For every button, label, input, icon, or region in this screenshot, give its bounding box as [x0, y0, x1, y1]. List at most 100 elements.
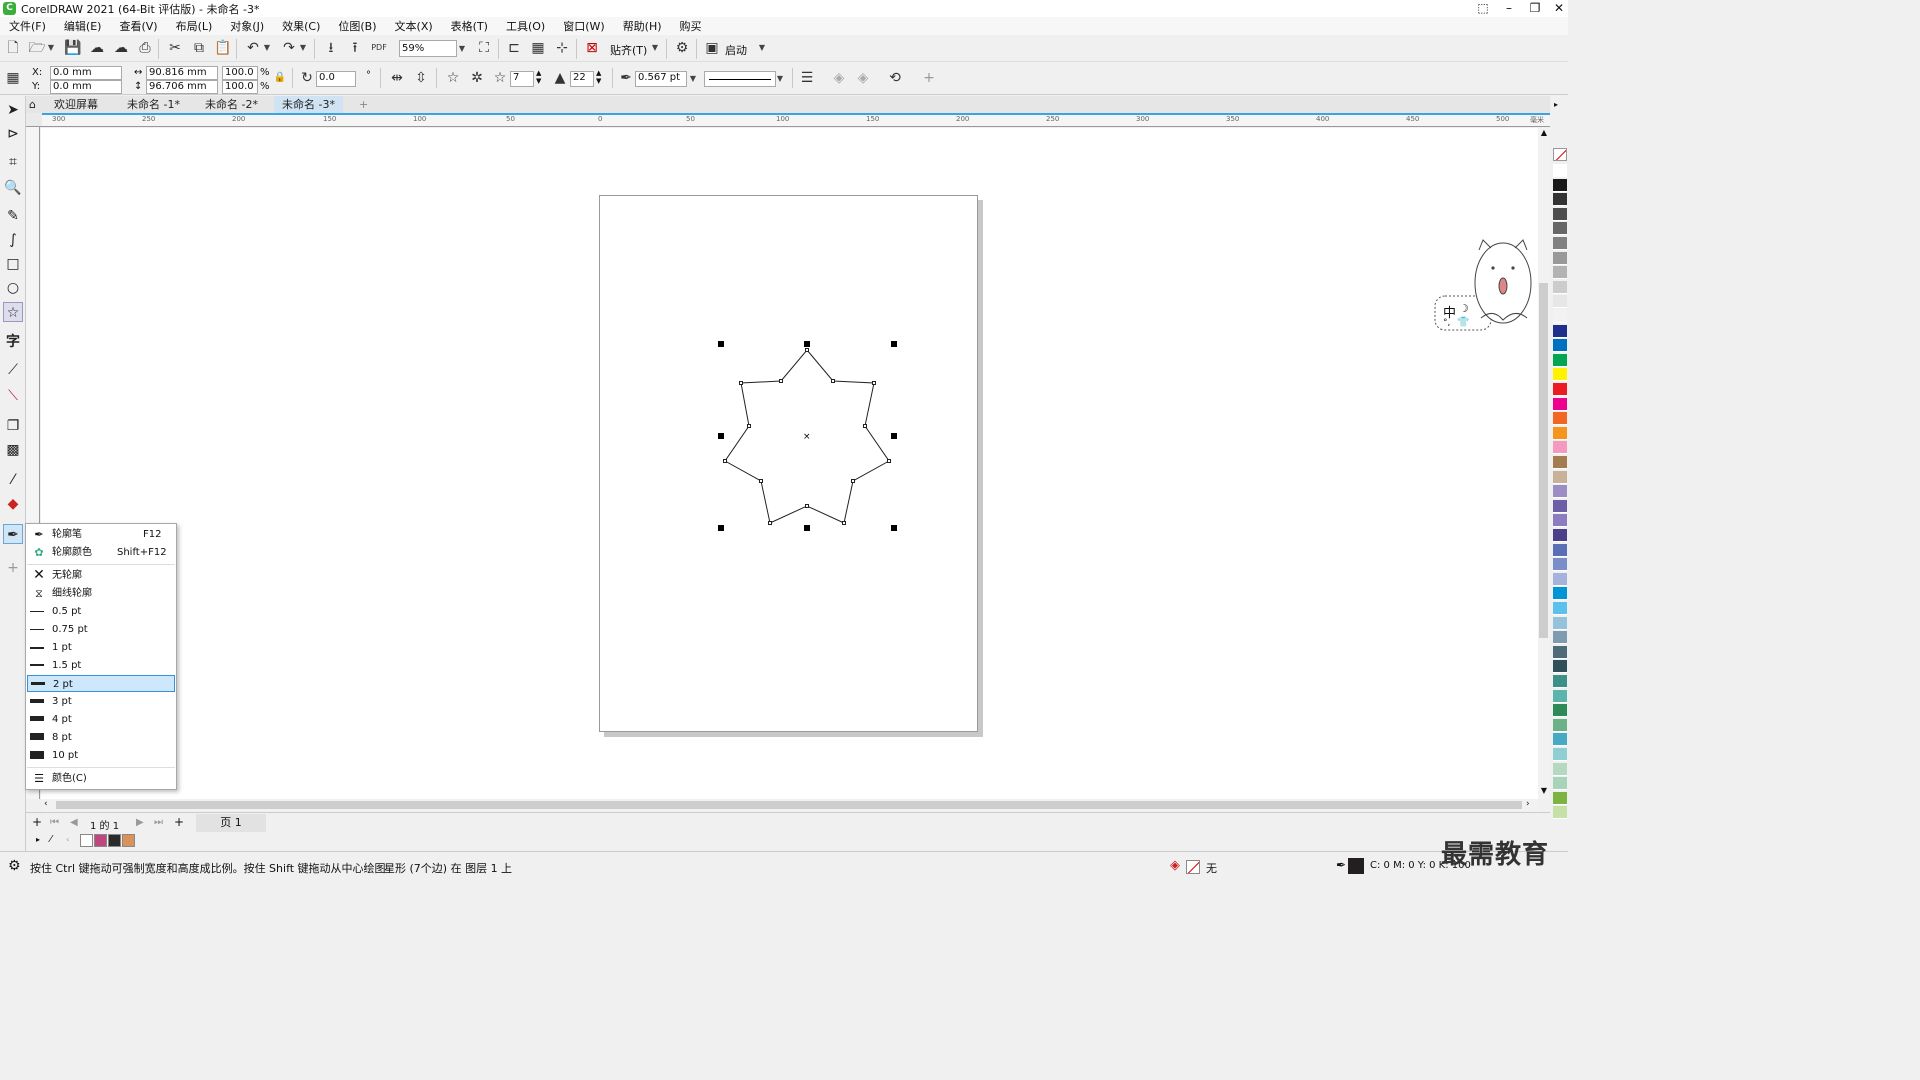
doc-palette-swatch[interactable]: [80, 834, 93, 847]
palette-swatch[interactable]: [1553, 762, 1567, 776]
palette-swatch[interactable]: [1553, 397, 1567, 411]
first-page-icon[interactable]: ⏮: [50, 817, 59, 828]
menu-file[interactable]: 文件(F): [0, 18, 55, 34]
x-position-input[interactable]: 0.0 mm: [50, 66, 122, 80]
width-0-75pt-menu-item[interactable]: 0.75 pt: [27, 621, 175, 638]
application-launcher-icon[interactable]: ▣: [703, 39, 721, 57]
drawing-canvas[interactable]: × 中 ☽ °, 👕: [41, 128, 1538, 799]
scale-height-input[interactable]: 100.0: [222, 80, 258, 94]
palette-swatch[interactable]: [1553, 339, 1567, 353]
dimension-tool-icon[interactable]: ⟋: [3, 360, 23, 380]
menu-effects[interactable]: 效果(C): [273, 18, 329, 34]
scroll-right-icon[interactable]: ›: [1526, 799, 1530, 809]
star-tool-icon[interactable]: ☆: [3, 302, 23, 322]
palette-swatch[interactable]: [1553, 324, 1567, 338]
menu-edit[interactable]: 编辑(E): [55, 18, 111, 34]
palette-swatch[interactable]: [1553, 441, 1567, 455]
width-2pt-menu-item-selected[interactable]: 2 pt: [27, 675, 175, 692]
palette-swatch[interactable]: [1553, 675, 1567, 688]
palette-swatch[interactable]: [1553, 616, 1567, 630]
width-1-5pt-menu-item[interactable]: 1.5 pt: [27, 657, 175, 674]
minimize-button[interactable]: –: [1496, 0, 1522, 17]
menu-view[interactable]: 查看(V): [110, 18, 166, 34]
width-10pt-menu-item[interactable]: 10 pt: [27, 747, 175, 764]
menu-object[interactable]: 对象(J): [221, 18, 273, 34]
sharpness-input[interactable]: 22: [570, 71, 594, 87]
rectangle-tool-icon[interactable]: □: [3, 254, 23, 274]
reference-point-icon[interactable]: ▦: [4, 69, 22, 87]
undo-icon[interactable]: ↶: [244, 39, 262, 57]
pick-tool-icon[interactable]: ➤: [3, 100, 23, 120]
palette-swatch[interactable]: [1553, 689, 1567, 703]
snap-off-icon[interactable]: ⊠: [583, 39, 601, 57]
text-tool-icon[interactable]: 字: [3, 332, 23, 352]
scroll-up-icon[interactable]: ▲: [1539, 128, 1549, 137]
star-points-input[interactable]: 7: [510, 71, 534, 87]
palette-swatch[interactable]: [1553, 353, 1567, 367]
complex-star-icon[interactable]: ✲: [468, 69, 486, 87]
crop-tool-icon[interactable]: ⌗: [3, 152, 23, 172]
sharpness-spinner[interactable]: ▲ ▼: [596, 69, 601, 85]
palette-swatch[interactable]: [1553, 310, 1567, 323]
ime-punct-icon[interactable]: °,: [1443, 318, 1450, 328]
palette-swatch[interactable]: [1553, 733, 1567, 747]
menu-layout[interactable]: 布局(L): [167, 18, 222, 34]
palette-swatch[interactable]: [1553, 631, 1567, 645]
menu-bitmaps[interactable]: 位图(B): [329, 18, 385, 34]
palette-swatch[interactable]: [1553, 587, 1567, 601]
star-icon[interactable]: ☆: [444, 69, 462, 87]
redo-dropdown[interactable]: ▼: [298, 43, 308, 52]
drop-shadow-tool-icon[interactable]: ❐: [3, 416, 23, 436]
palette-swatch[interactable]: [1553, 251, 1567, 265]
ellipse-tool-icon[interactable]: ○: [3, 278, 23, 298]
palette-swatch[interactable]: [1553, 266, 1567, 280]
doc-palette-swatch[interactable]: [94, 834, 107, 847]
snap-to-dropdown[interactable]: ▼: [650, 43, 660, 52]
interactive-fill-tool-icon[interactable]: ◆: [3, 494, 23, 514]
convert-to-curves-icon[interactable]: ⟲: [886, 69, 904, 87]
open-recent-dropdown[interactable]: ▼: [46, 43, 56, 52]
menu-text[interactable]: 文本(X): [386, 18, 442, 34]
show-guidelines-icon[interactable]: ⊹: [553, 39, 571, 57]
status-settings-gear-icon[interactable]: ⚙: [8, 858, 21, 874]
menu-help[interactable]: 帮助(H): [614, 18, 671, 34]
color-menu-item[interactable]: ☰ 颜色(C): [27, 770, 175, 787]
palette-swatch[interactable]: [1553, 558, 1567, 572]
palette-swatch[interactable]: [1553, 806, 1567, 820]
close-button[interactable]: ✕: [1546, 0, 1572, 17]
palette-swatch[interactable]: [1553, 193, 1567, 207]
tab-untitled-1[interactable]: 未命名 -1*: [119, 96, 188, 113]
no-outline-menu-item[interactable]: ✕ 无轮廓: [27, 567, 175, 584]
last-page-icon[interactable]: ⏭: [154, 817, 163, 828]
height-input[interactable]: 96.706 mm: [146, 80, 218, 94]
outline-pen-tool-icon[interactable]: ✒: [3, 524, 23, 544]
text-wrap-icon[interactable]: ☰: [798, 69, 816, 87]
mirror-horizontal-icon[interactable]: ⇹: [388, 69, 406, 87]
customize-toolbox-icon[interactable]: +: [3, 558, 23, 578]
doc-palette-swatch[interactable]: [122, 834, 135, 847]
rotation-angle-input[interactable]: 0.0: [316, 71, 356, 87]
width-1pt-menu-item[interactable]: 1 pt: [27, 639, 175, 656]
outline-color-swatch[interactable]: [1348, 858, 1364, 874]
full-screen-icon[interactable]: ⛶: [475, 39, 493, 57]
outline-width-dropdown[interactable]: ▼: [688, 74, 698, 83]
vertical-scrollbar[interactable]: ▲ ▼: [1538, 128, 1550, 799]
save-icon[interactable]: 💾: [64, 39, 82, 57]
cloud-download-icon[interactable]: ☁: [88, 39, 106, 57]
doc-palette-left-icon[interactable]: ‹: [66, 835, 69, 844]
palette-swatch[interactable]: [1553, 645, 1567, 659]
launch-dropdown[interactable]: ▼: [757, 43, 767, 52]
lock-ratio-icon[interactable]: 🔒: [271, 69, 289, 87]
account-icon[interactable]: ⬚: [1470, 0, 1496, 17]
palette-swatch[interactable]: [1553, 514, 1567, 528]
zoom-dropdown[interactable]: ▼: [457, 44, 467, 53]
outline-color-menu-item[interactable]: ✿ 轮廓颜色 Shift+F12: [27, 544, 175, 561]
outline-pen-status-icon[interactable]: ✒: [1336, 858, 1346, 872]
zoom-level-input[interactable]: 59%: [399, 40, 457, 57]
line-style-dropdown[interactable]: ▼: [775, 74, 785, 83]
palette-swatch[interactable]: [1553, 470, 1567, 484]
tab-untitled-3-active[interactable]: 未命名 -3*: [274, 96, 343, 113]
options-gear-icon[interactable]: ⚙: [673, 39, 691, 57]
outline-width-input[interactable]: 0.567 pt: [635, 71, 687, 87]
add-property-icon[interactable]: +: [920, 69, 938, 87]
